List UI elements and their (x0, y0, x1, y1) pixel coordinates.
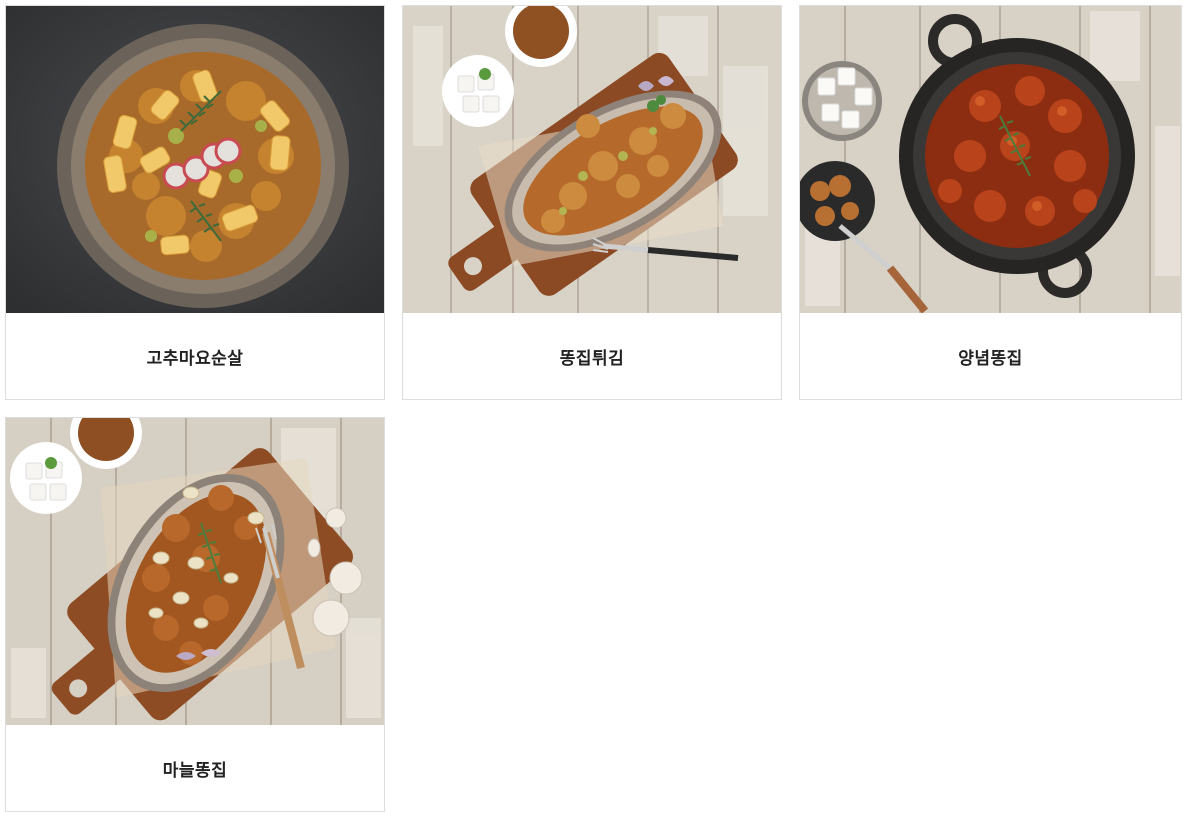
food-photo (800, 6, 1181, 313)
menu-card-yangnyeom-ttongjip[interactable]: 양념똥집 (799, 5, 1182, 400)
menu-item-name: 똥집튀김 (559, 348, 625, 369)
food-photo (6, 418, 384, 725)
menu-card-ttongjip-twigim[interactable]: 똥집튀김 (402, 5, 782, 400)
menu-card-gochu-mayo[interactable]: 고추마요순살 (5, 5, 385, 400)
food-photo (6, 6, 384, 313)
food-photo (403, 6, 781, 313)
menu-grid: 고추마요순살 똥집튀김 양념똥집 마늘똥집 (0, 0, 1188, 820)
menu-card-maneul-ttongjip[interactable]: 마늘똥집 (5, 417, 385, 812)
menu-item-name: 양념똥집 (958, 348, 1023, 369)
menu-item-name: 마늘똥집 (162, 760, 228, 781)
menu-item-name: 고추마요순살 (146, 348, 244, 369)
